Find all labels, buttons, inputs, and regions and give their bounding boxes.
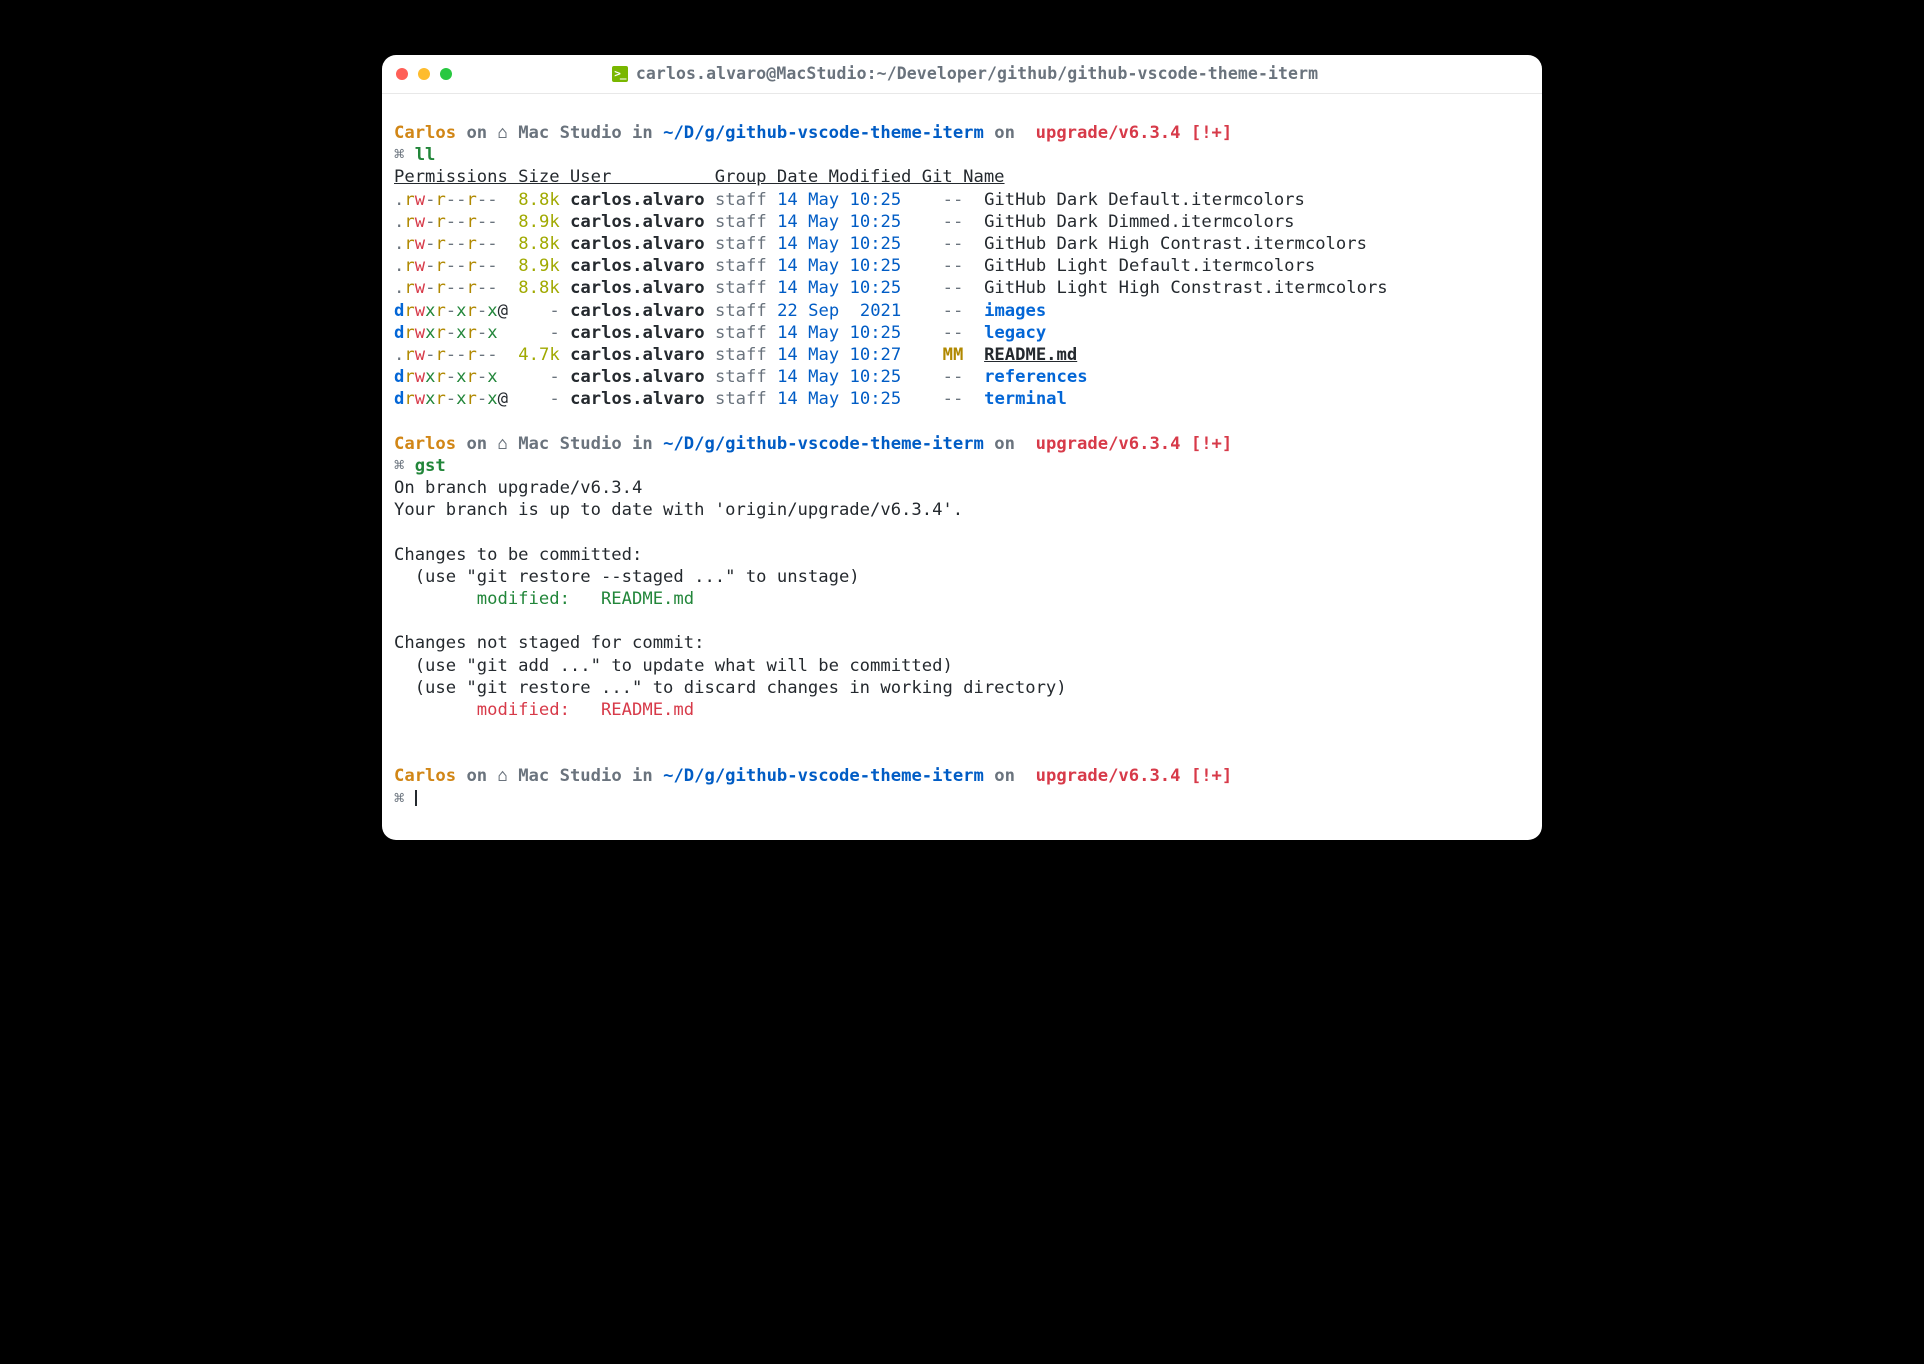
prompt-branch: upgrade/v6.3.4 bbox=[1025, 434, 1180, 454]
prompt-branch: upgrade/v6.3.4 bbox=[1025, 123, 1180, 143]
file-name: README.md bbox=[984, 345, 1077, 365]
prompt-host: Mac Studio bbox=[508, 434, 622, 454]
prompt-host: Mac Studio bbox=[508, 766, 622, 786]
prompt-cwd: ~/D/g/github-vscode-theme-iterm bbox=[663, 766, 984, 786]
gst-line: (use "git restore --staged ..." to unsta… bbox=[394, 566, 1530, 588]
prompt-on: on bbox=[456, 766, 497, 786]
command: ll bbox=[415, 145, 436, 165]
prompt-symbol: ⌘ bbox=[394, 145, 415, 165]
prompt-dirty: [!+] bbox=[1181, 123, 1233, 143]
prompt-on2: on bbox=[984, 766, 1025, 786]
close-icon[interactable] bbox=[396, 68, 408, 80]
gst-line: Your branch is up to date with 'origin/u… bbox=[394, 499, 1530, 521]
title-text: carlos.alvaro@MacStudio:~/Developer/gith… bbox=[636, 63, 1318, 84]
prompt-branch: upgrade/v6.3.4 bbox=[1025, 766, 1180, 786]
prompt-on: on bbox=[456, 434, 497, 454]
maximize-icon[interactable] bbox=[440, 68, 452, 80]
prompt-on2: on bbox=[984, 434, 1025, 454]
table-row: drwxr-xr-x@ - carlos.alvaro staff 14 May… bbox=[394, 388, 1530, 410]
gst-line: Changes to be committed: bbox=[394, 544, 1530, 566]
prompt-cwd: ~/D/g/github-vscode-theme-iterm bbox=[663, 434, 984, 454]
table-row: .rw-r--r-- 8.8k carlos.alvaro staff 14 M… bbox=[394, 277, 1530, 299]
table-row: drwxr-xr-x@ - carlos.alvaro staff 22 Sep… bbox=[394, 300, 1530, 322]
prompt-on2: on bbox=[984, 123, 1025, 143]
table-row: .rw-r--r-- 8.8k carlos.alvaro staff 14 M… bbox=[394, 233, 1530, 255]
gst-line: Changes not staged for commit: bbox=[394, 632, 1530, 654]
prompt-in: in bbox=[622, 434, 663, 454]
unstaged-modified: modified: README.md bbox=[394, 700, 694, 720]
terminal-window: carlos.alvaro@MacStudio:~/Developer/gith… bbox=[382, 55, 1542, 840]
cursor bbox=[415, 790, 417, 806]
host-icon: ⌂ bbox=[498, 766, 508, 786]
prompt-dirty: [!+] bbox=[1181, 434, 1233, 454]
prompt-user: Carlos bbox=[394, 434, 456, 454]
terminal-app-icon bbox=[612, 66, 628, 82]
gst-line: On branch upgrade/v6.3.4 bbox=[394, 477, 1530, 499]
table-row: .rw-r--r-- 8.9k carlos.alvaro staff 14 M… bbox=[394, 211, 1530, 233]
prompt-in: in bbox=[622, 123, 663, 143]
table-header: Permissions Size User Group Date Modifie… bbox=[394, 166, 1530, 188]
gst-line: (use "git add ..." to update what will b… bbox=[394, 655, 1530, 677]
prompt-cwd: ~/D/g/github-vscode-theme-iterm bbox=[663, 123, 984, 143]
prompt-user: Carlos bbox=[394, 123, 456, 143]
host-icon: ⌂ bbox=[498, 434, 508, 454]
table-row: .rw-r--r-- 4.7k carlos.alvaro staff 14 M… bbox=[394, 344, 1530, 366]
host-icon: ⌂ bbox=[498, 123, 508, 143]
file-name: GitHub Light Default.itermcolors bbox=[984, 256, 1315, 276]
prompt-dirty: [!+] bbox=[1181, 766, 1233, 786]
gst-line: (use "git restore ..." to discard change… bbox=[394, 677, 1530, 699]
minimize-icon[interactable] bbox=[418, 68, 430, 80]
titlebar: carlos.alvaro@MacStudio:~/Developer/gith… bbox=[382, 55, 1542, 94]
file-name: images bbox=[984, 301, 1046, 321]
window-title: carlos.alvaro@MacStudio:~/Developer/gith… bbox=[552, 63, 1378, 84]
file-name: GitHub Light High Constrast.itermcolors bbox=[984, 278, 1388, 298]
table-row: drwxr-xr-x - carlos.alvaro staff 14 May … bbox=[394, 366, 1530, 388]
prompt-in: in bbox=[622, 766, 663, 786]
table-row: .rw-r--r-- 8.9k carlos.alvaro staff 14 M… bbox=[394, 255, 1530, 277]
table-row: drwxr-xr-x - carlos.alvaro staff 14 May … bbox=[394, 322, 1530, 344]
file-name: terminal bbox=[984, 389, 1067, 409]
terminal-body[interactable]: Carlos on ⌂ Mac Studio in ~/D/g/github-v… bbox=[382, 94, 1542, 840]
prompt-on: on bbox=[456, 123, 497, 143]
prompt-symbol: ⌘ bbox=[394, 789, 415, 809]
prompt-host: Mac Studio bbox=[508, 123, 622, 143]
table-row: .rw-r--r-- 8.8k carlos.alvaro staff 14 M… bbox=[394, 189, 1530, 211]
prompt-symbol: ⌘ bbox=[394, 456, 415, 476]
file-name: references bbox=[984, 367, 1087, 387]
file-name: GitHub Dark Default.itermcolors bbox=[984, 190, 1305, 210]
staged-modified: modified: README.md bbox=[394, 589, 694, 609]
file-name: GitHub Dark Dimmed.itermcolors bbox=[984, 212, 1294, 232]
command: gst bbox=[415, 456, 446, 476]
prompt-user: Carlos bbox=[394, 766, 456, 786]
file-name: legacy bbox=[984, 323, 1046, 343]
file-name: GitHub Dark High Contrast.itermcolors bbox=[984, 234, 1367, 254]
